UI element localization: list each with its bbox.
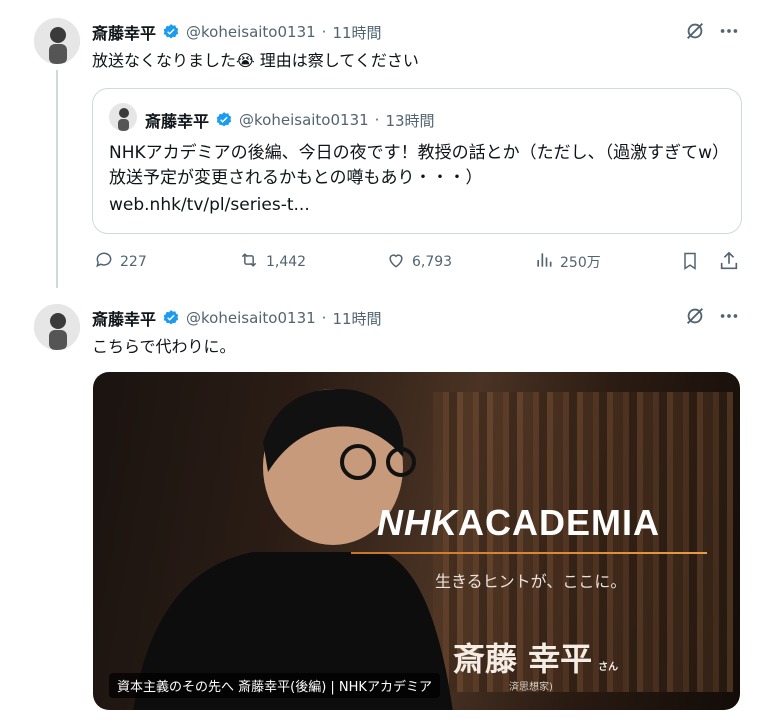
author-name[interactable]: 斎藤幸平 [92, 306, 156, 330]
repost-count: 1,442 [266, 254, 307, 270]
bookmark-icon[interactable] [680, 250, 700, 276]
like-button[interactable]: 6,793 [386, 250, 452, 274]
reply-button[interactable]: 227 [94, 250, 147, 274]
quote-time: 13時間 [385, 111, 435, 130]
repost-button[interactable]: 1,442 [238, 250, 306, 274]
grok-icon[interactable] [684, 305, 706, 331]
tweet-header: 斎藤幸平 @koheisaito0131 · 11時間 [92, 306, 382, 330]
more-icon[interactable] [718, 20, 740, 46]
speaker-photo [133, 382, 453, 710]
tagline: 生きるヒントが、ここに。 [435, 572, 627, 591]
reply-count: 227 [120, 254, 147, 270]
separator: · [374, 111, 380, 129]
verified-badge-icon [215, 111, 233, 129]
views-button[interactable]: 250万 [534, 250, 601, 274]
logo-nhk: NHK [377, 502, 458, 543]
quoted-tweet[interactable]: 斎藤幸平 @koheisaito0131 · 13時間 NHKアカデミアの後編、… [92, 88, 742, 234]
verified-badge-icon [162, 23, 180, 41]
like-count: 6,793 [412, 254, 453, 270]
quote-author-name: 斎藤幸平 [145, 112, 210, 131]
avatar[interactable] [34, 18, 80, 64]
quote-author-handle: @koheisaito0131 [239, 111, 369, 129]
separator: · [321, 309, 327, 327]
heart-icon [386, 250, 406, 274]
speaker-suffix: さん [598, 662, 619, 673]
media-card[interactable]: NHKACADEMIA 生きるヒントが、ここに。 斎藤 幸平 さん 済思想家) 資… [93, 372, 740, 710]
speaker-name-text: 斎藤 幸平 [453, 640, 593, 678]
media-caption: 資本主義のその先へ 斎藤幸平(後編) | NHKアカデミア [109, 673, 440, 698]
tweet-header: 斎藤幸平 @koheisaito0131 · 11時間 [92, 20, 382, 44]
speaker-name: 斎藤 幸平 さん [453, 634, 618, 680]
author-handle[interactable]: @koheisaito0131 [186, 309, 316, 327]
author-name[interactable]: 斎藤幸平 [92, 20, 156, 44]
avatar[interactable] [34, 304, 80, 350]
repost-icon [238, 250, 260, 274]
logo-underline [351, 552, 707, 554]
more-icon[interactable] [718, 305, 740, 331]
tweet-text: こちらで代わりに。 [92, 337, 236, 356]
tweet-time[interactable]: 11時間 [332, 22, 381, 43]
separator: · [321, 23, 327, 41]
tweet-time[interactable]: 11時間 [332, 308, 381, 329]
nhk-academia-logo: NHKACADEMIA [377, 502, 660, 544]
quote-text: NHKアカデミアの後編、今日の夜です！教授の話とか（ただし、（過激すぎてw）放送… [109, 143, 721, 188]
quote-link[interactable]: web.nhk/tv/pl/series-t... [109, 193, 310, 218]
views-count: 250万 [560, 255, 601, 271]
views-icon [534, 250, 554, 274]
reply-icon [94, 250, 114, 274]
tweet-text: 放送なくなりました😭 理由は察してください [92, 51, 419, 70]
speaker-role: 済思想家) [509, 682, 553, 693]
verified-badge-icon [162, 309, 180, 327]
share-icon[interactable] [718, 250, 740, 276]
quote-avatar [109, 103, 137, 131]
thread-line [56, 70, 58, 288]
grok-icon[interactable] [684, 20, 706, 46]
author-handle[interactable]: @koheisaito0131 [186, 23, 316, 41]
logo-academia: ACADEMIA [458, 502, 660, 543]
quote-header: 斎藤幸平 @koheisaito0131 · 13時間 [145, 108, 435, 132]
